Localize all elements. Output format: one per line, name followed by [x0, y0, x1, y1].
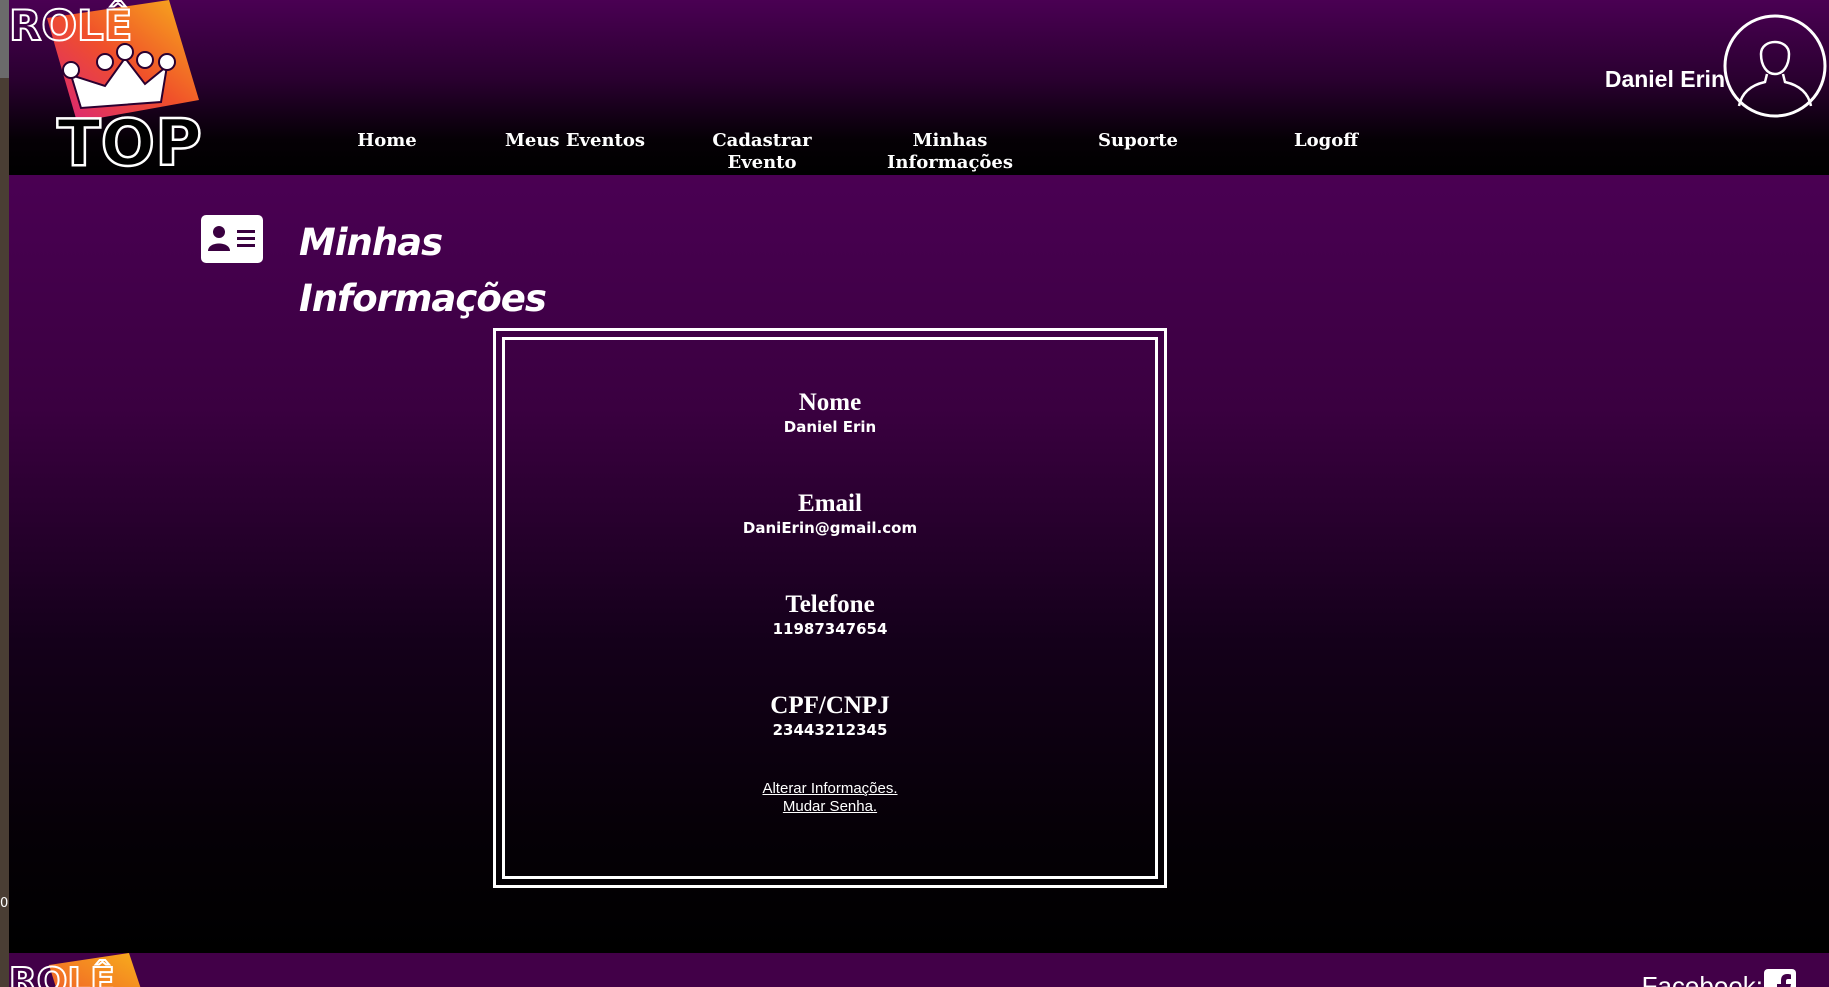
user-name[interactable]: Daniel Erin [1605, 66, 1725, 93]
page: 0 ROLÊ TOP Home Meus Eventos Cadastrar E… [0, 0, 1829, 987]
facebook-icon[interactable] [1764, 969, 1796, 987]
field-label: CPF/CNPJ [770, 692, 890, 719]
page-title: Minhas Informações [299, 221, 547, 320]
user-avatar-icon[interactable] [1723, 14, 1827, 118]
field-label: Telefone [785, 591, 875, 618]
change-password-link[interactable]: Mudar Senha. [496, 798, 1164, 816]
left-strip-top [0, 0, 9, 78]
field-email: Email DaniErin@gmail.com [496, 490, 1164, 538]
info-card: Nome Daniel Erin Email DaniErin@gmail.co… [493, 328, 1167, 888]
nav-item-meus-eventos[interactable]: Meus Eventos [490, 130, 660, 152]
facebook-label: Facebook: [1641, 971, 1763, 987]
nav-item-home[interactable]: Home [302, 130, 472, 152]
field-label: Email [798, 490, 862, 517]
field-value: DaniErin@gmail.com [742, 519, 918, 537]
field-value: Daniel Erin [783, 418, 877, 436]
field-label: Nome [798, 389, 862, 416]
footer: ROLÊ Facebook: [9, 953, 1829, 987]
nav-item-cadastrar-evento[interactable]: Cadastrar Evento [677, 130, 847, 174]
footer-logo[interactable]: ROLÊ [9, 953, 149, 987]
nav-item-minhas-informacoes[interactable]: Minhas Informações [865, 130, 1035, 174]
account-links: Alterar Informações. Mudar Senha. [496, 780, 1164, 816]
main-nav: Home Meus Eventos Cadastrar Evento Minha… [9, 130, 1829, 175]
left-strip [0, 0, 9, 987]
edit-info-link[interactable]: Alterar Informações. [496, 780, 1164, 798]
logo-top-text: ROLÊ [9, 0, 133, 50]
field-telefone: Telefone 11987347654 [496, 591, 1164, 639]
nav-item-logoff[interactable]: Logoff [1241, 130, 1411, 152]
main-content: Minhas Informações Nome Daniel Erin Emai… [9, 175, 1829, 953]
field-nome: Nome Daniel Erin [496, 389, 1164, 437]
header: ROLÊ TOP Home Meus Eventos Cadastrar Eve… [9, 0, 1829, 175]
nav-item-suporte[interactable]: Suporte [1053, 130, 1223, 152]
side-zero-label: 0 [0, 896, 9, 911]
field-value: 23443212345 [772, 721, 888, 739]
footer-logo-text: ROLÊ [9, 960, 115, 987]
field-cpf-cnpj: CPF/CNPJ 23443212345 [496, 692, 1164, 740]
field-value: 11987347654 [772, 620, 888, 638]
id-card-icon [201, 215, 263, 263]
